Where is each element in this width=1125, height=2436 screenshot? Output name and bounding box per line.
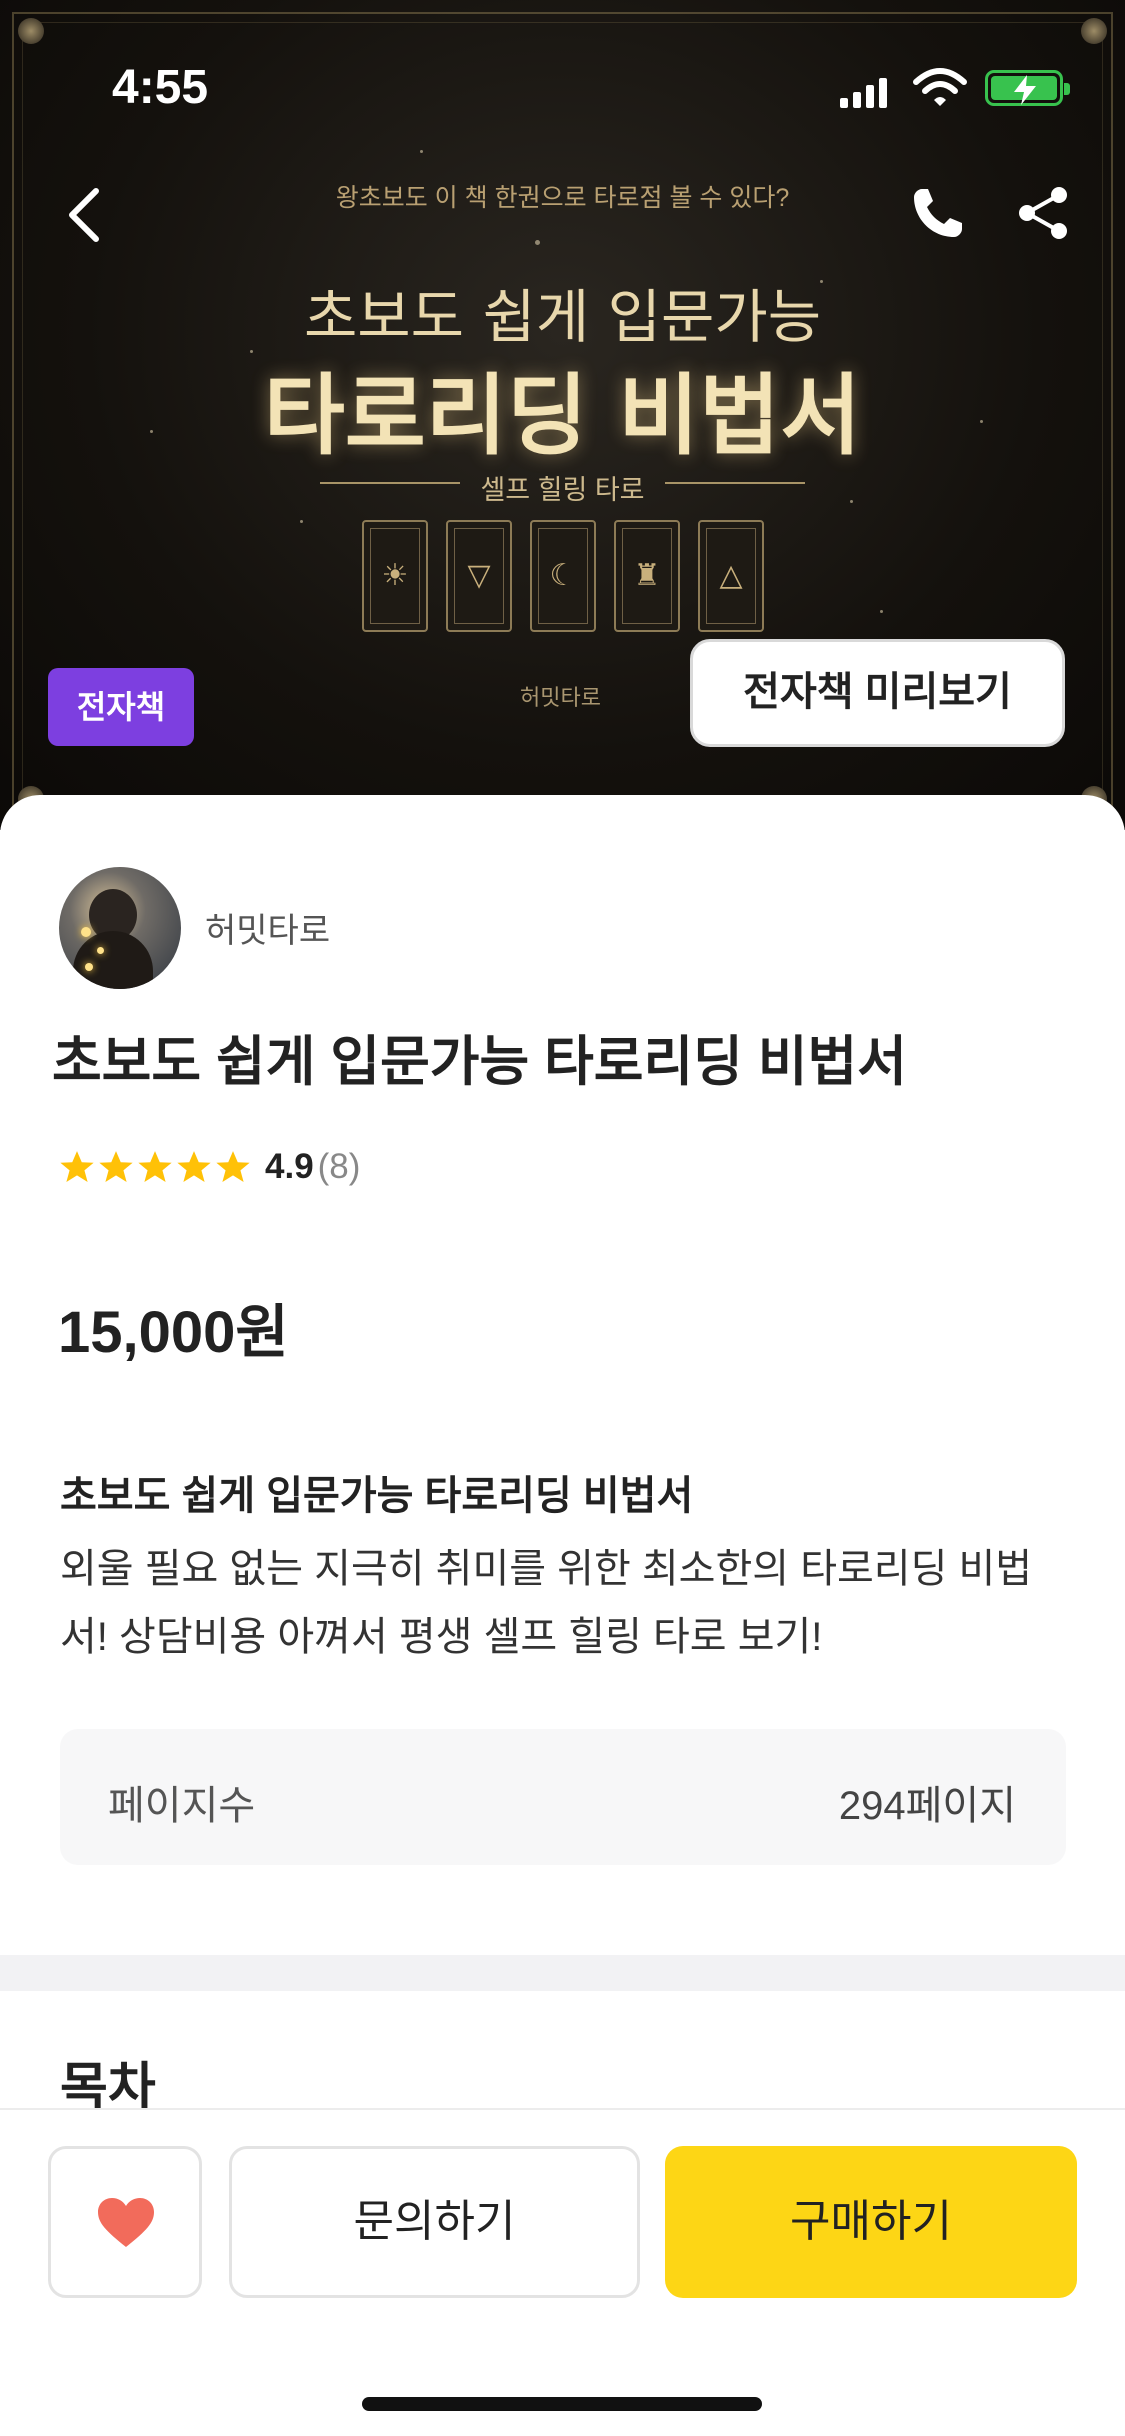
inquiry-button[interactable]: 문의하기 [229,2146,640,2298]
corner-ornament [1081,18,1107,44]
author-name[interactable]: 허밋타로 [205,903,330,952]
buy-button[interactable]: 구매하기 [665,2146,1077,2298]
section-divider [0,1955,1125,1991]
cover-title-line2: 타로리딩 비법서 [263,363,862,467]
home-indicator [362,2397,762,2411]
wifi-icon [913,68,967,106]
product-price: 15,000원 [58,1300,289,1365]
rating-summary[interactable]: 4.9 (8) [58,1147,360,1187]
sun-icon: ☀ [381,559,409,592]
ebook-badge: 전자책 [48,668,194,746]
tower-icon: ♜ [633,559,661,592]
moon-icon: ☾ [549,559,577,592]
tarot-card: △ [698,520,764,632]
description-body: 외울 필요 없는 지극히 취미를 위한 최소한의 타로리딩 비법서! 상담비용 … [60,1547,1033,1659]
cellular-signal-icon [840,78,887,108]
eye-pyramid-icon: △ [719,559,743,592]
cover-divider-text: 셀프 힐링 타로 [480,475,645,505]
cover-author: 허밋타로 [520,685,601,710]
tarot-card: ▽ [446,520,512,632]
corner-ornament [18,18,44,44]
page-count-label: 페이지수 [108,1784,256,1828]
product-title: 초보도 쉽게 입문가능 타로리딩 비법서 [52,1032,907,1092]
cover-subtitle: 왕초보도 이 책 한권으로 타로점 볼 수 있다? [335,184,790,212]
status-bar: 4:55 [0,60,1125,120]
cover-divider: 셀프 힐링 타로 [320,468,805,505]
tarot-card: ☾ [530,520,596,632]
tarot-card-row: ☀ ▽ ☾ ♜ △ [362,520,764,632]
star-icon [99,1151,133,1183]
author-avatar[interactable] [59,867,181,989]
page-count-box: 페이지수 294페이지 [60,1729,1066,1865]
book-cover-hero: 4:55 왕초보도 이 책 한권으로 타로점 볼 수 있다? 초보도 쉽게 입문… [0,0,1125,830]
star-icon [216,1151,250,1183]
star-icon [138,1151,172,1183]
tarot-card: ☀ [362,520,428,632]
star-icon [60,1151,94,1183]
star-icon [177,1151,211,1183]
description-title: 초보도 쉽게 입문가능 타로리딩 비법서 [60,1474,694,1518]
rating-score: 4.9 [265,1147,314,1186]
wishlist-button[interactable] [48,2146,202,2298]
bottom-action-bar: 문의하기 구매하기 [0,2108,1125,2436]
ebook-preview-button[interactable]: 전자책 미리보기 [690,639,1065,747]
triangle-icon: ▽ [467,559,491,592]
heart-icon [98,2198,154,2247]
rating-count: (8) [317,1147,361,1186]
status-time: 4:55 [112,61,209,114]
battery-icon [985,70,1070,106]
tarot-card: ♜ [614,520,680,632]
page-count-value: 294페이지 [838,1784,1016,1828]
cover-title-line1: 초보도 쉽게 입문가능 [303,283,822,351]
